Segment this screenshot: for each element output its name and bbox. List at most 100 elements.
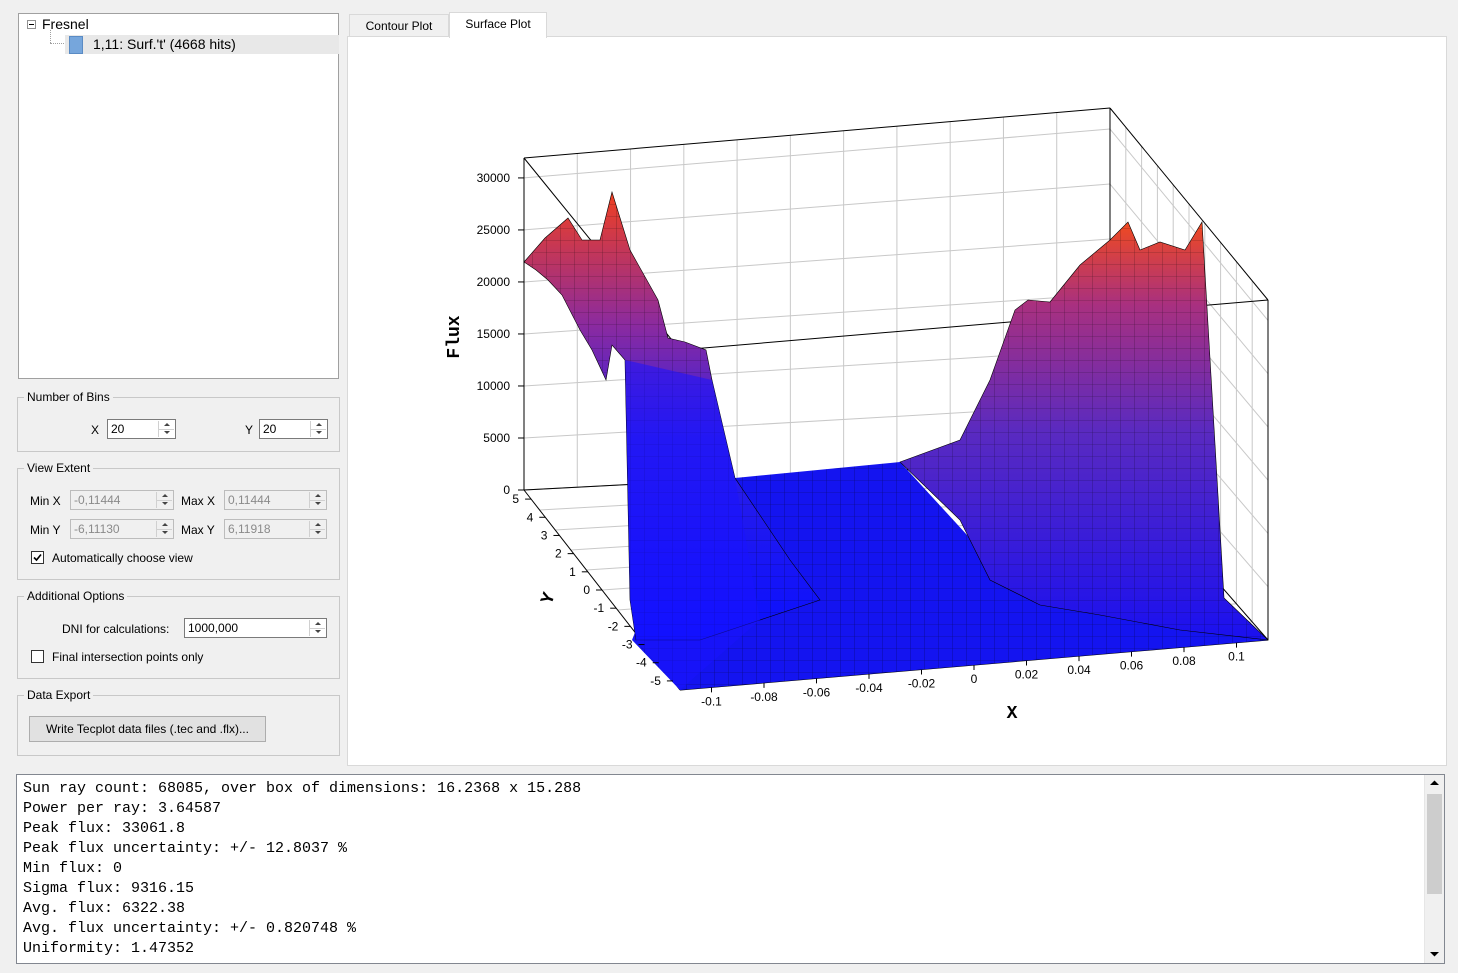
output-line: Avg. flux: 6322.38 — [23, 900, 186, 917]
y-tick-label: -3 — [622, 638, 633, 652]
min-y-spinbox[interactable]: -6,11130 — [70, 519, 174, 539]
scroll-down-icon[interactable] — [1425, 946, 1444, 963]
output-line: Peak flux: 33061.8 — [23, 820, 186, 837]
write-tecplot-button-label: Write Tecplot data files (.tec and .flx)… — [46, 722, 249, 736]
surface-plot-svg[interactable]: 050001000015000200002500030000543210-1-2… — [354, 40, 1440, 760]
tree-connector — [50, 30, 51, 43]
y-tick-label: 0 — [583, 583, 590, 597]
y-tick-label: 4 — [527, 510, 534, 524]
x-tick-label: -0.1 — [701, 694, 722, 708]
max-x-value: 0,11444 — [228, 493, 271, 507]
z-tick-label: 15000 — [477, 327, 511, 341]
data-export-title: Data Export — [24, 688, 94, 702]
y-tick-label: -2 — [608, 619, 619, 633]
tab-surface-plot[interactable]: Surface Plot — [449, 12, 547, 38]
y-tick-label: 1 — [569, 565, 576, 579]
output-line: Sigma flux: 9316.15 — [23, 880, 195, 897]
spin-arrows[interactable] — [309, 492, 325, 508]
auto-view-label[interactable]: Automatically choose view — [52, 551, 193, 565]
z-axis-title: Flux — [445, 315, 465, 358]
statistics-output[interactable]: Sun ray count: 68085, over box of dimens… — [16, 774, 1445, 964]
spin-down-icon[interactable] — [157, 529, 172, 537]
min-y-label: Min Y — [30, 523, 61, 537]
output-scrollbar[interactable] — [1424, 775, 1444, 963]
checkmark-icon — [33, 553, 42, 562]
final-intersection-checkbox[interactable] — [31, 650, 44, 663]
spin-down-icon[interactable] — [159, 429, 174, 437]
scrollbar-thumb[interactable] — [1427, 794, 1442, 894]
bins-y-label: Y — [245, 423, 254, 437]
bins-x-label: X — [91, 423, 100, 437]
bins-y-value: 20 — [263, 422, 277, 436]
z-tick-label: 10000 — [477, 379, 511, 393]
min-x-value: -0,11444 — [74, 493, 121, 507]
output-line: Min flux: 0 — [23, 860, 123, 877]
bins-y-spinbox[interactable]: 20 — [259, 419, 328, 439]
spin-arrows[interactable] — [156, 492, 172, 508]
y-axis-title: Y — [538, 590, 561, 607]
x-tick-label: 0.1 — [1228, 650, 1245, 664]
x-tick-label: -0.02 — [908, 676, 936, 690]
dni-label: DNI for calculations: — [62, 622, 170, 636]
scroll-up-icon[interactable] — [1425, 775, 1444, 792]
spin-down-icon[interactable] — [310, 529, 325, 537]
output-line: Sun ray count: 68085, over box of dimens… — [23, 780, 582, 797]
spin-down-icon[interactable] — [157, 500, 172, 508]
z-tick-label: 0 — [503, 483, 510, 497]
min-x-spinbox[interactable]: -0,11444 — [70, 490, 174, 510]
z-tick-label: 5000 — [483, 431, 510, 445]
y-tick-label: -4 — [636, 656, 647, 670]
y-tick-label: 2 — [555, 547, 562, 561]
surface-plot-area[interactable]: 0 5000 10000 15000 20000 25000 30000 5 4 3 2 1 0 -1 -2… — [354, 40, 1440, 760]
y-tick-label: -1 — [594, 601, 605, 615]
grid-line — [523, 128, 1111, 179]
bins-group: Number of Bins X 20 Y 20 — [17, 390, 340, 452]
spin-down-icon[interactable] — [311, 429, 326, 437]
max-y-value: 6,11918 — [228, 522, 271, 536]
tree-connector — [50, 43, 64, 44]
tree-item-root[interactable]: Fresnel — [42, 15, 89, 34]
tab-contour-plot[interactable]: Contour Plot — [349, 14, 449, 38]
tree-item-surface[interactable]: 1,11: Surf.'t' (4668 hits) — [65, 35, 339, 54]
z-tick-label: 30000 — [477, 171, 511, 185]
max-x-label: Max X — [181, 494, 216, 508]
tab-contour-plot-label: Contour Plot — [365, 19, 433, 33]
max-x-spinbox[interactable]: 0,11444 — [224, 490, 327, 510]
ray-tree-view[interactable]: Fresnel 1,11: Surf.'t' (4668 hits) — [18, 13, 339, 379]
y-tick-label: 5 — [512, 492, 519, 506]
tree-item-surface-label: 1,11: Surf.'t' (4668 hits) — [93, 36, 236, 52]
tab-surface-plot-label: Surface Plot — [465, 17, 531, 31]
spin-arrows[interactable] — [309, 620, 325, 636]
final-intersection-label[interactable]: Final intersection points only — [52, 650, 203, 664]
x-tick-label: -0.04 — [855, 681, 883, 695]
x-tick-label: -0.08 — [750, 690, 778, 704]
min-y-value: -6,11130 — [74, 522, 120, 536]
write-tecplot-button[interactable]: Write Tecplot data files (.tec and .flx)… — [29, 716, 266, 742]
bins-x-spinbox[interactable]: 20 — [107, 419, 176, 439]
z-tick-label: 25000 — [477, 223, 511, 237]
collapse-icon[interactable] — [27, 20, 36, 29]
output-line: Peak flux uncertainty: +/- 12.8037 % — [23, 840, 348, 857]
spin-arrows[interactable] — [156, 521, 172, 537]
spin-arrows[interactable] — [309, 521, 325, 537]
bins-x-value: 20 — [111, 422, 125, 436]
view-extent-group: View Extent Min X -0,11444 Max X 0,11444… — [17, 461, 340, 580]
y-tick-label: -5 — [650, 674, 661, 688]
spin-down-icon[interactable] — [310, 628, 325, 636]
output-line: Power per ray: 3.64587 — [23, 800, 222, 817]
spin-down-icon[interactable] — [310, 500, 325, 508]
tree-item-root-label: Fresnel — [42, 16, 89, 32]
dni-value: 1000,000 — [188, 621, 239, 635]
auto-view-checkbox[interactable] — [31, 551, 44, 564]
dni-spinbox[interactable]: 1000,000 — [184, 618, 327, 638]
x-tick-label: 0.08 — [1172, 654, 1196, 668]
max-y-spinbox[interactable]: 6,11918 — [224, 519, 327, 539]
bins-group-title: Number of Bins — [24, 390, 113, 404]
spin-arrows[interactable] — [310, 421, 326, 437]
z-tick-label: 20000 — [477, 275, 511, 289]
x-tick-label: 0.04 — [1067, 663, 1091, 677]
max-y-label: Max Y — [181, 523, 215, 537]
spin-arrows[interactable] — [158, 421, 174, 437]
surface-icon — [69, 36, 83, 54]
output-line: Uniformity: 1.47352 — [23, 940, 195, 957]
